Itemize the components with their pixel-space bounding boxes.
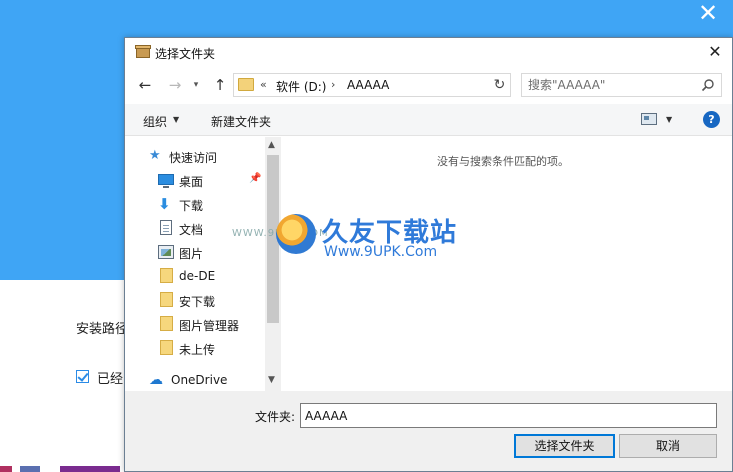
nav-item-an-download[interactable]: 安下载 — [125, 289, 265, 311]
search-input[interactable] — [528, 77, 693, 93]
installer-checkbox-label: 已经 — [97, 372, 124, 387]
installer-checkbox[interactable] — [76, 370, 89, 383]
folder-icon — [238, 78, 254, 91]
nav-item-label: 快速访问 — [169, 151, 218, 165]
recent-locations-icon[interactable]: ▾ — [189, 75, 203, 95]
up-arrow-icon[interactable]: ↑ — [210, 75, 230, 95]
nav-item-label: de-DE — [179, 269, 216, 283]
address-segment-folder[interactable]: AAAAA — [347, 78, 389, 92]
help-icon[interactable]: ? — [703, 111, 720, 128]
view-dropdown-icon[interactable]: ▼ — [666, 115, 672, 124]
folder-name-input[interactable] — [300, 403, 717, 428]
dialog-footer: 文件夹: 选择文件夹 取消 — [125, 391, 732, 471]
search-icon[interactable] — [701, 78, 715, 92]
folder-icon — [160, 340, 173, 355]
nav-item-onedrive[interactable]: ☁ OneDrive — [125, 369, 265, 391]
desktop-icon — [158, 174, 174, 188]
file-list-area[interactable]: 没有与搜索条件匹配的项。 — [285, 137, 732, 391]
folder-icon — [160, 268, 173, 283]
nav-item-downloads[interactable]: ⬇ 下载 — [125, 193, 265, 215]
search-box[interactable] — [521, 73, 722, 97]
nav-pane-scrollbar[interactable]: ▲ ▼ — [265, 137, 281, 391]
dialog-title: 选择文件夹 — [155, 47, 216, 61]
nav-item-label: 下载 — [179, 199, 204, 213]
nav-item-quick-access[interactable]: ★ 快速访问 — [125, 145, 265, 167]
document-icon — [160, 220, 172, 235]
star-icon: ★ — [149, 148, 161, 163]
nav-item-desktop[interactable]: 桌面 📌 — [125, 169, 265, 191]
organize-dropdown-icon[interactable]: ▼ — [173, 115, 179, 124]
nav-item-label: 文档 — [179, 223, 204, 237]
folder-field-label: 文件夹: — [255, 410, 296, 424]
nav-item-not-uploaded[interactable]: 未上传 — [125, 337, 265, 359]
address-segment-drive[interactable]: 软件 (D:) — [276, 78, 326, 95]
cloud-icon: ☁ — [149, 372, 163, 388]
address-bar[interactable]: « 软件 (D:) › AAAAA ▾ — [233, 73, 509, 97]
view-options-icon[interactable] — [641, 113, 657, 125]
new-folder-button[interactable]: 新建文件夹 — [211, 113, 271, 130]
forward-arrow-icon[interactable]: → — [165, 75, 185, 95]
nav-item-de-de[interactable]: de-DE — [125, 265, 265, 287]
select-folder-button[interactable]: 选择文件夹 — [514, 434, 615, 458]
nav-item-picture-manager[interactable]: 图片管理器 — [125, 313, 265, 335]
taskbar-strip — [0, 466, 120, 472]
nav-item-pictures[interactable]: 图片 — [125, 241, 265, 263]
select-folder-dialog: 选择文件夹 ✕ ← → ▾ ↑ « 软件 (D:) › AAAAA ▾ ↻ 组织… — [124, 37, 733, 472]
nav-item-label: 桌面 — [179, 175, 204, 189]
dialog-close-icon[interactable]: ✕ — [704, 41, 726, 63]
installer-close-icon[interactable]: ✕ — [695, 1, 721, 26]
install-path-label: 安装路径 — [76, 322, 129, 337]
box-icon — [135, 44, 151, 58]
empty-message: 没有与搜索条件匹配的项。 — [437, 155, 569, 168]
dialog-title-bar: 选择文件夹 ✕ — [125, 38, 732, 66]
toolbar: 组织 ▼ 新建文件夹 ▼ ? — [125, 104, 732, 136]
chevron-right-icon[interactable]: › — [331, 78, 335, 91]
refresh-icon[interactable]: ↻ — [489, 73, 511, 97]
navigation-pane: ★ 快速访问 桌面 📌 ⬇ 下载 文档 图片 de-DE 安下载 图片管理器 未… — [125, 137, 281, 391]
download-icon: ⬇ — [158, 195, 171, 213]
navigation-bar: ← → ▾ ↑ « 软件 (D:) › AAAAA ▾ ↻ — [125, 70, 732, 102]
nav-item-label: 图片管理器 — [179, 319, 240, 333]
scroll-up-icon[interactable]: ▲ — [268, 140, 275, 150]
folder-icon — [160, 316, 173, 331]
address-overflow-icon[interactable]: « — [260, 78, 267, 91]
folder-icon — [160, 292, 173, 307]
nav-item-label: 图片 — [179, 247, 204, 261]
cancel-button[interactable]: 取消 — [619, 434, 717, 458]
organize-button[interactable]: 组织 — [143, 113, 167, 130]
back-arrow-icon[interactable]: ← — [135, 75, 155, 95]
scroll-down-icon[interactable]: ▼ — [268, 375, 275, 385]
nav-item-documents[interactable]: 文档 — [125, 217, 265, 239]
nav-item-label: 未上传 — [179, 343, 216, 357]
pin-icon: 📌 — [249, 173, 262, 184]
nav-item-label: OneDrive — [171, 373, 228, 387]
picture-icon — [158, 245, 174, 259]
nav-item-label: 安下载 — [179, 295, 216, 309]
scroll-thumb[interactable] — [267, 155, 279, 323]
